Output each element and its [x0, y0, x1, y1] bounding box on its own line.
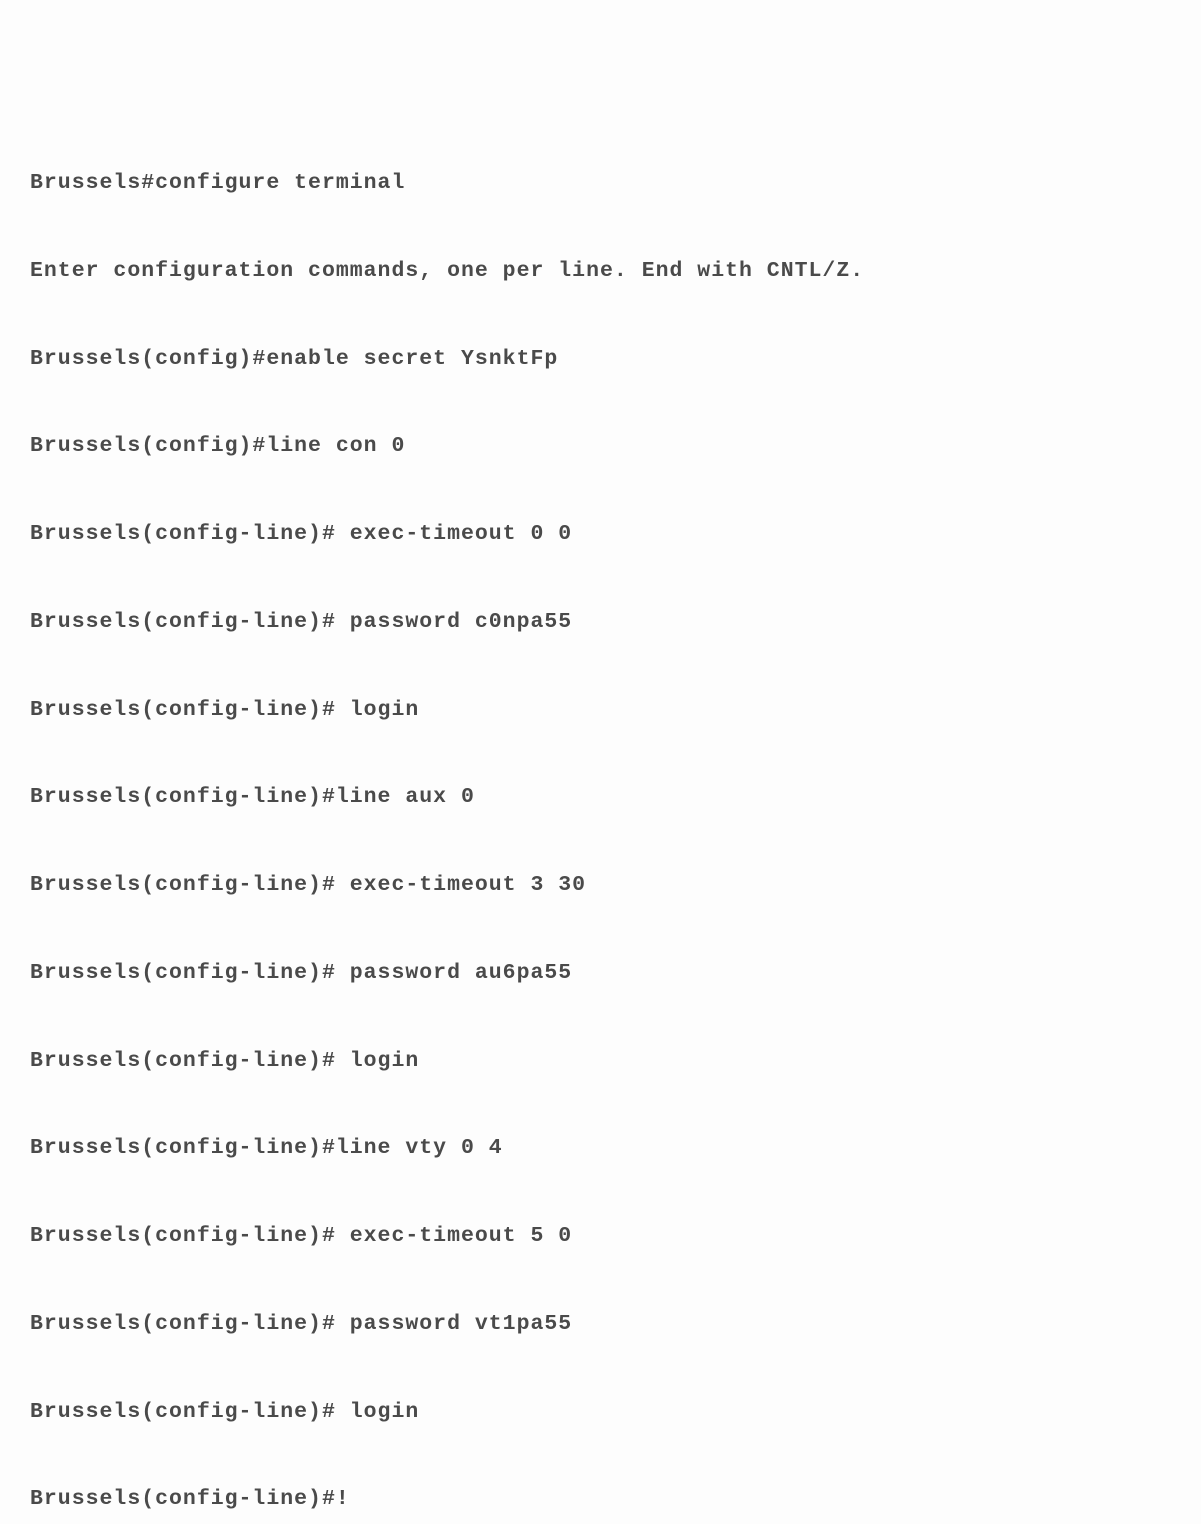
terminal-line: Brussels#configure terminal: [30, 164, 1171, 204]
terminal-line: Brussels(config-line)# login: [30, 691, 1171, 731]
terminal-line: Brussels(config-line)# login: [30, 1042, 1171, 1082]
terminal-line: Brussels(config-line)# password au6pa55: [30, 954, 1171, 994]
terminal-line: Brussels(config)#line con 0: [30, 427, 1171, 467]
terminal-line: Brussels(config-line)# exec-timeout 5 0: [30, 1217, 1171, 1257]
terminal-line: Enter configuration commands, one per li…: [30, 252, 1171, 292]
terminal-line: Brussels(config-line)#line aux 0: [30, 778, 1171, 818]
terminal-line: Brussels(config-line)# password c0npa55: [30, 603, 1171, 643]
terminal-line: Brussels(config-line)# exec-timeout 3 30: [30, 866, 1171, 906]
terminal-output[interactable]: Brussels#configure terminal Enter config…: [30, 116, 1171, 1524]
terminal-line: Brussels(config-line)# exec-timeout 0 0: [30, 515, 1171, 555]
terminal-line: Brussels(config-line)# login: [30, 1393, 1171, 1433]
terminal-line: Brussels(config)#enable secret YsnktFp: [30, 340, 1171, 380]
terminal-line: Brussels(config-line)#line vty 0 4: [30, 1129, 1171, 1169]
terminal-line: Brussels(config-line)#!: [30, 1480, 1171, 1520]
terminal-line: Brussels(config-line)# password vt1pa55: [30, 1305, 1171, 1345]
